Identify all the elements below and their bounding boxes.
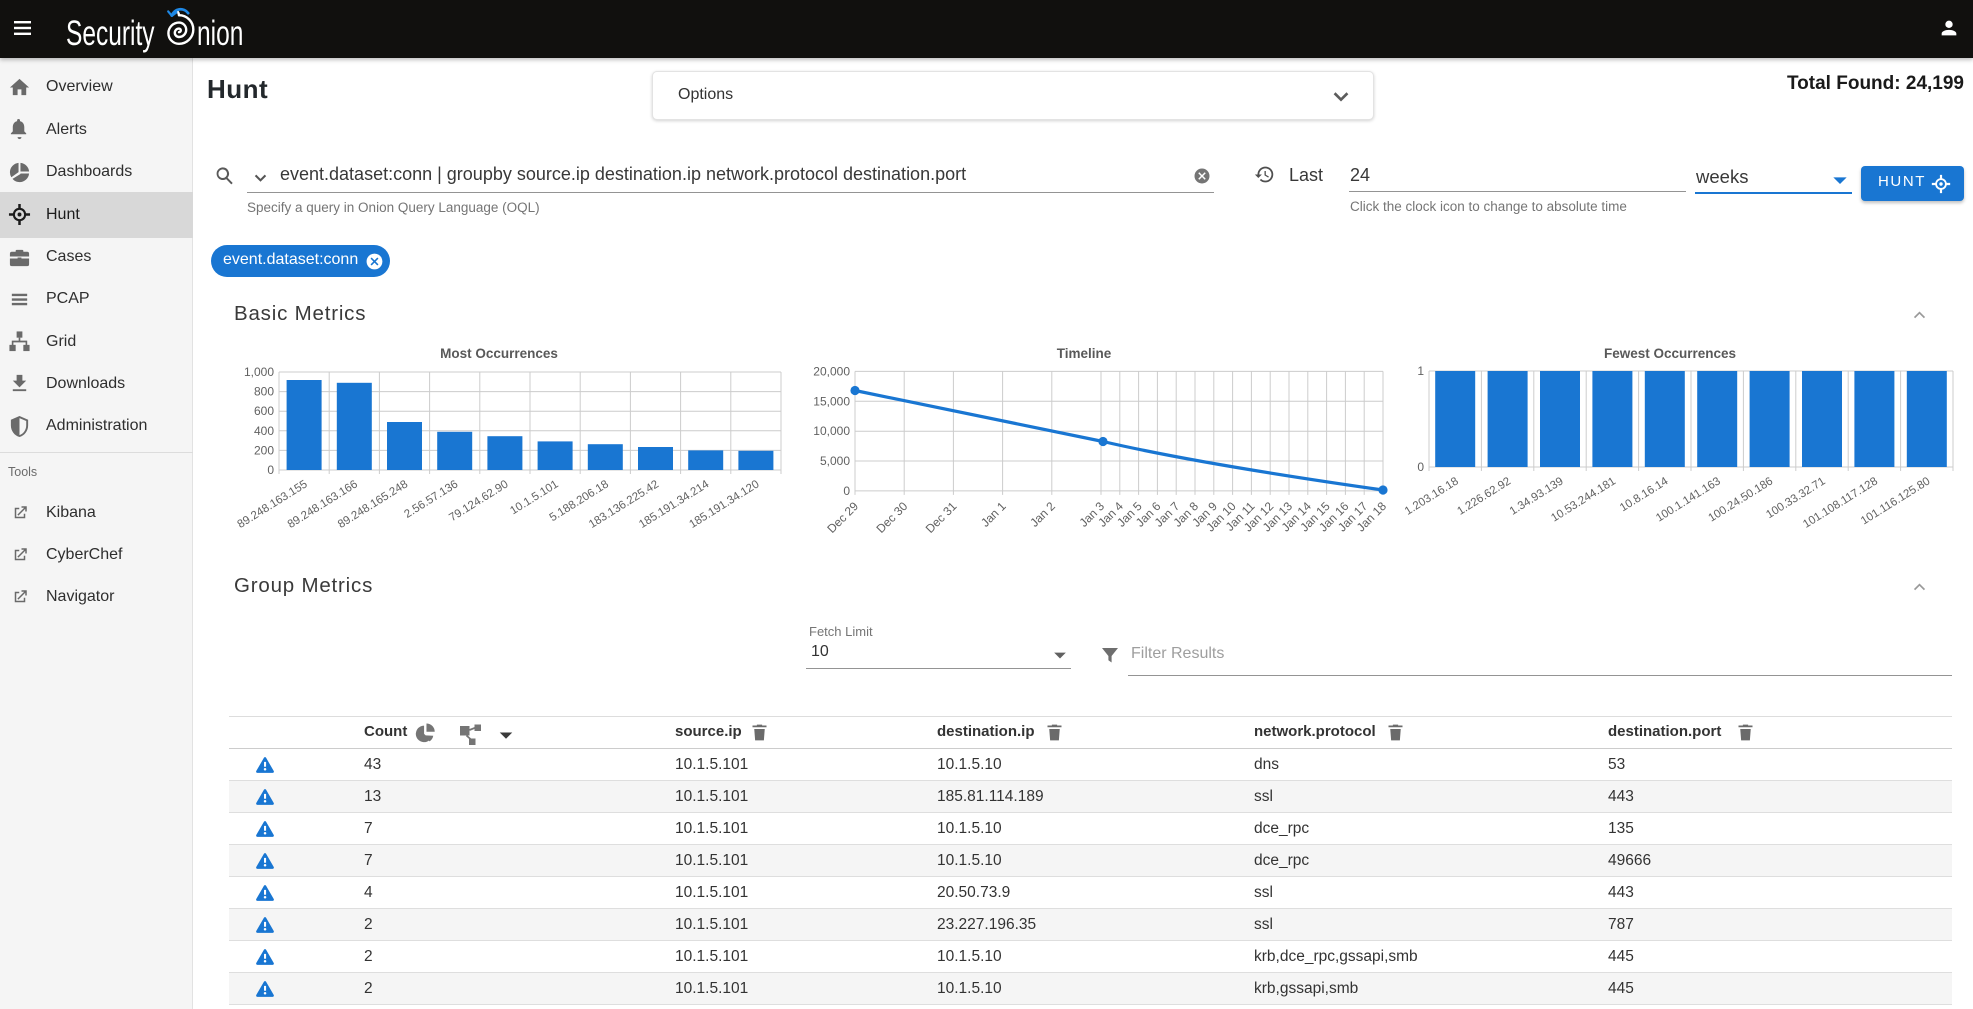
svg-text:Timeline: Timeline [1057, 346, 1112, 361]
svg-text:1,000: 1,000 [244, 365, 274, 379]
svg-text:1: 1 [1417, 364, 1424, 378]
svg-text:Dec 30: Dec 30 [874, 499, 911, 536]
svg-text:Jan 2: Jan 2 [1027, 499, 1058, 530]
svg-text:1.226.62.92: 1.226.62.92 [1455, 475, 1513, 517]
svg-text:1.203.16.18: 1.203.16.18 [1403, 475, 1461, 517]
svg-text:Most Occurrences: Most Occurrences [440, 346, 558, 361]
svg-text:800: 800 [254, 385, 274, 399]
svg-text:20,000: 20,000 [813, 364, 850, 378]
svg-text:0: 0 [843, 484, 850, 498]
svg-text:Dec 31: Dec 31 [923, 499, 960, 536]
svg-text:Jan 1: Jan 1 [978, 499, 1009, 530]
svg-text:0: 0 [267, 463, 274, 477]
svg-text:400: 400 [254, 424, 274, 438]
svg-text:Dec 29: Dec 29 [824, 499, 861, 536]
svg-text:200: 200 [254, 443, 274, 457]
svg-text:0: 0 [1417, 460, 1424, 474]
svg-text:600: 600 [254, 404, 274, 418]
svg-text:5,000: 5,000 [820, 454, 850, 468]
svg-text:Fewest Occurrences: Fewest Occurrences [1604, 346, 1736, 361]
svg-text:15,000: 15,000 [813, 394, 850, 408]
svg-text:10,000: 10,000 [813, 424, 850, 438]
